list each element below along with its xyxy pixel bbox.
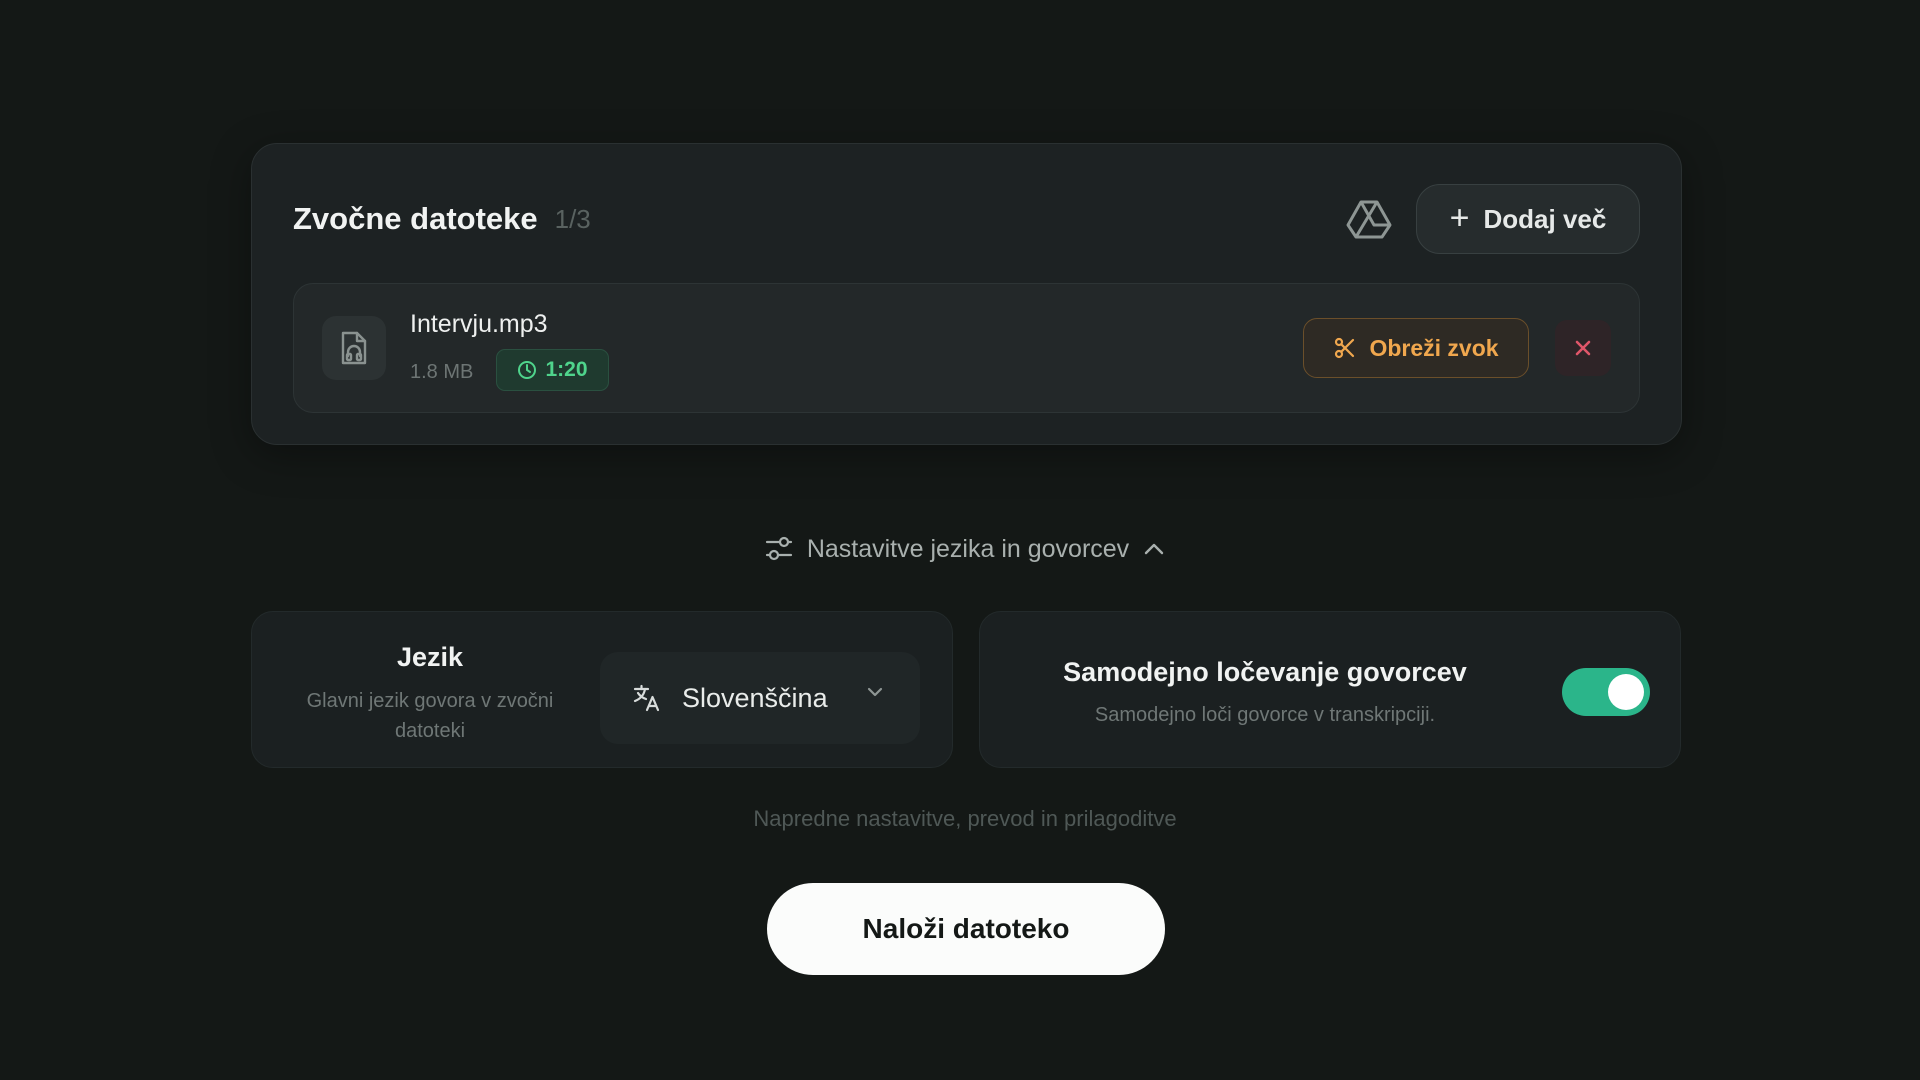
speaker-diarization-card: Samodejno ločevanje govorcev Samodejno l… [979,611,1681,768]
add-more-label: Dodaj več [1483,203,1607,234]
close-icon [1575,340,1591,356]
language-speaker-settings-toggle[interactable]: Nastavitve jezika in govorcev [0,529,1920,569]
duration-value: 1:20 [545,358,588,381]
language-title: Jezik [396,642,464,672]
google-drive-icon [1346,200,1392,239]
sliders-icon [765,536,792,561]
file-row: Intervju.mp3 1.8 MB 1:20 Obreži zvok [293,283,1640,413]
files-title: Zvočne datoteke [293,201,538,236]
language-card: Jezik Glavni jezik govora v zvočni datot… [251,611,953,768]
chevron-down-icon [867,687,883,697]
language-value: Slovenščina [682,682,828,713]
add-more-button[interactable]: + Dodaj več [1416,184,1640,254]
diarization-title: Samodejno ločevanje govorcev [1063,657,1467,687]
files-header: Zvočne datoteke 1/3 + Dodaj več [293,184,1640,254]
trim-audio-button[interactable]: Obreži zvok [1303,318,1529,378]
trim-audio-label: Obreži zvok [1369,334,1499,361]
remove-file-button[interactable] [1555,320,1611,376]
toggle-knob [1608,674,1644,710]
audio-file-icon [322,316,386,380]
diarization-toggle[interactable] [1562,668,1650,716]
file-size: 1.8 MB [410,361,474,383]
plus-icon: + [1449,198,1470,237]
google-drive-button[interactable] [1340,190,1398,248]
chevron-up-icon [1144,543,1164,555]
clock-icon [518,361,537,379]
audio-files-card: Zvočne datoteke 1/3 + Dodaj več Intervju… [251,143,1682,445]
language-select[interactable]: Slovenščina [600,652,920,744]
scissors-icon [1335,337,1355,359]
file-name: Intervju.mp3 [410,310,548,338]
files-count: 1/3 [554,203,591,234]
language-description: Glavni jezik govora v zvočni datoteki [306,690,554,742]
advanced-settings-link[interactable]: Napredne nastavitve, prevod in prilagodi… [0,806,1920,832]
upload-file-button[interactable]: Naloži datoteko [767,883,1165,975]
translate-icon [633,684,660,712]
diarization-description: Samodejno loči govorce v transkripciji. [1094,704,1436,726]
settings-toggle-label: Nastavitve jezika in govorcev [806,534,1130,563]
page: Zvočne datoteke 1/3 + Dodaj več Intervju… [0,0,1920,1080]
duration-badge: 1:20 [496,349,609,391]
